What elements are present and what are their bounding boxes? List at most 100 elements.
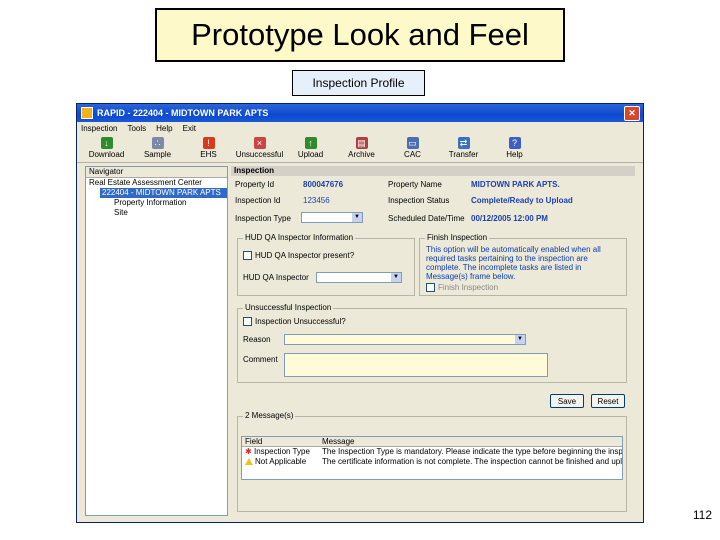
unsuccessful-label: Unsuccessful xyxy=(235,150,284,159)
cac-label: CAC xyxy=(404,150,421,159)
upload-button[interactable]: ↑ Upload xyxy=(285,134,336,159)
chevron-down-icon: ▼ xyxy=(352,213,362,222)
inspection-status-value: Complete/Ready to Upload xyxy=(471,196,573,205)
hud-qa-group: HUD QA Inspector Information HUD QA Insp… xyxy=(237,233,415,296)
finish-inspection-group: Finish Inspection This option will be au… xyxy=(419,233,627,296)
navigator-panel: Navigator Real Estate Assessment Center … xyxy=(85,166,228,516)
hud-qa-inspector-label: HUD QA Inspector xyxy=(243,273,309,282)
unsuccessful-icon: × xyxy=(253,137,266,149)
property-name-value: MIDTOWN PARK APTS. xyxy=(471,180,560,189)
message-field: Not Applicable xyxy=(255,457,307,466)
scheduled-label: Scheduled Date/Time xyxy=(388,214,465,223)
message-text: The certificate information is not compl… xyxy=(322,457,622,466)
download-button[interactable]: ↓ Download xyxy=(81,134,132,159)
error-icon: ✱ xyxy=(245,447,252,456)
hud-qa-title: HUD QA Inspector Information xyxy=(243,233,356,242)
property-id-value: 800047676 xyxy=(303,180,344,189)
tree-root[interactable]: Real Estate Assessment Center xyxy=(86,178,227,188)
ehs-button[interactable]: ! EHS xyxy=(183,134,234,159)
window-titlebar[interactable]: RAPID - 222404 - MIDTOWN PARK APTS ✕ xyxy=(77,104,643,122)
slide-title-text: Prototype Look and Feel xyxy=(191,17,529,52)
transfer-label: Transfer xyxy=(448,150,479,159)
menu-tools[interactable]: Tools xyxy=(127,124,146,133)
inspection-type-label: Inspection Type xyxy=(235,214,291,223)
tree-item-site[interactable]: Site xyxy=(86,208,227,218)
tree-item-property[interactable]: 222404 - MIDTOWN PARK APTS xyxy=(100,188,227,198)
app-icon xyxy=(81,107,93,119)
finish-inspection-checkbox-label: Finish Inspection xyxy=(438,283,499,292)
tree-item-property-information[interactable]: Property Information xyxy=(86,198,227,208)
message-text: The Inspection Type is mandatory. Please… xyxy=(322,447,622,456)
chevron-down-icon: ▼ xyxy=(515,335,525,344)
property-name-label: Property Name xyxy=(388,180,442,189)
slide-subtitle-text: Inspection Profile xyxy=(312,76,405,90)
upload-label: Upload xyxy=(297,150,324,159)
help-button[interactable]: ? Help xyxy=(489,134,540,159)
inspection-unsuccessful-checkbox[interactable] xyxy=(243,317,252,327)
close-button[interactable]: ✕ xyxy=(624,105,640,121)
table-row[interactable]: Not Applicable The certificate informati… xyxy=(242,457,622,467)
inspection-id-value: 123456 xyxy=(303,196,330,205)
slide-subtitle: Inspection Profile xyxy=(292,70,425,96)
transfer-icon: ⇄ xyxy=(457,137,470,149)
menu-inspection[interactable]: Inspection xyxy=(81,124,117,133)
sample-icon: ∴ xyxy=(151,137,164,149)
cac-button[interactable]: ▭ CAC xyxy=(387,134,438,159)
menu-help[interactable]: Help xyxy=(156,124,172,133)
comment-label: Comment xyxy=(243,355,278,364)
comment-textarea[interactable] xyxy=(284,353,548,377)
reason-select[interactable]: ▼ xyxy=(284,334,526,345)
menu-exit[interactable]: Exit xyxy=(183,124,196,133)
menu-bar: Inspection Tools Help Exit xyxy=(77,122,643,134)
slide-title: Prototype Look and Feel xyxy=(155,8,565,62)
inspection-id-label: Inspection Id xyxy=(235,196,281,205)
unsuccessful-button[interactable]: × Unsuccessful xyxy=(234,134,285,159)
reset-button[interactable]: Reset xyxy=(591,394,625,408)
transfer-button[interactable]: ⇄ Transfer xyxy=(438,134,489,159)
save-button[interactable]: Save xyxy=(550,394,584,408)
inspection-type-select[interactable]: ▼ xyxy=(301,212,363,223)
hud-qa-inspector-select[interactable]: ▼ xyxy=(316,272,402,283)
page-number: 112 xyxy=(692,508,712,522)
unsuccessful-group: Unsuccessful Inspection Inspection Unsuc… xyxy=(237,303,627,383)
sample-label: Sample xyxy=(143,150,172,159)
window-title: RAPID - 222404 - MIDTOWN PARK APTS xyxy=(97,108,269,118)
help-icon: ? xyxy=(508,137,521,149)
toolbar: ↓ Download ∴ Sample ! EHS × Unsuccessful ↑ Up… xyxy=(77,134,643,163)
inspection-panel: Inspection Property Id 800047676 Inspect… xyxy=(231,166,635,516)
messages-col-field[interactable]: Field xyxy=(242,437,319,446)
scheduled-value: 00/12/2005 12:00 PM xyxy=(471,214,548,223)
archive-button[interactable]: ▤ Archive xyxy=(336,134,387,159)
archive-label: Archive xyxy=(348,150,375,159)
inspection-status-label: Inspection Status xyxy=(388,196,450,205)
unsuccessful-title: Unsuccessful Inspection xyxy=(243,303,334,312)
warning-icon xyxy=(245,458,253,465)
upload-icon: ↑ xyxy=(304,137,317,149)
download-icon: ↓ xyxy=(100,137,113,149)
hud-qa-checkbox[interactable] xyxy=(243,251,252,261)
finish-inspection-checkbox[interactable] xyxy=(426,283,435,293)
ehs-label: EHS xyxy=(200,150,217,159)
navigator-header: Navigator xyxy=(86,167,227,178)
download-label: Download xyxy=(88,150,125,159)
app-window: RAPID - 222404 - MIDTOWN PARK APTS ✕ Ins… xyxy=(76,103,644,523)
messages-header-row: Field Message xyxy=(242,437,622,447)
property-id-label: Property Id xyxy=(235,180,275,189)
hud-qa-checkbox-label: HUD QA Inspector present? xyxy=(255,251,355,260)
reason-label: Reason xyxy=(243,335,271,344)
message-field: Inspection Type xyxy=(254,447,310,456)
table-row[interactable]: ✱ Inspection Type The Inspection Type is … xyxy=(242,447,622,457)
cac-icon: ▭ xyxy=(406,137,419,149)
messages-table: Field Message ✱ Inspection Type The Inspe… xyxy=(241,436,623,480)
archive-icon: ▤ xyxy=(355,137,368,149)
messages-col-message[interactable]: Message xyxy=(319,437,622,446)
inspection-unsuccessful-label: Inspection Unsuccessful? xyxy=(255,317,346,326)
ehs-warning-icon: ! xyxy=(202,137,215,149)
help-label: Help xyxy=(506,150,523,159)
chevron-down-icon: ▼ xyxy=(391,273,401,282)
inspection-header: Inspection xyxy=(231,166,635,176)
messages-title: 2 Message(s) xyxy=(243,411,296,420)
sample-button[interactable]: ∴ Sample xyxy=(132,134,183,159)
finish-inspection-text: This option will be automatically enable… xyxy=(426,245,601,281)
finish-inspection-title: Finish Inspection xyxy=(425,233,490,242)
